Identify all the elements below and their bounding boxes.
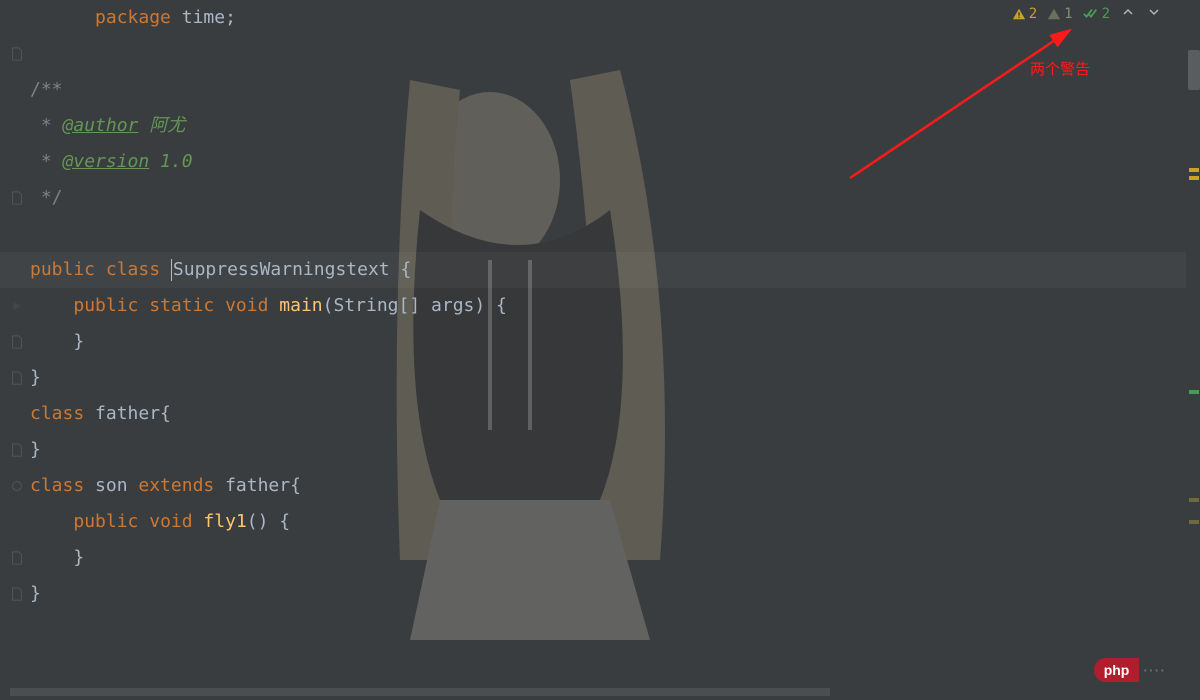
gutter-file-icon <box>10 371 24 385</box>
inspection-ok[interactable]: 2 <box>1083 6 1110 22</box>
logo-tail: ···· <box>1139 658 1170 682</box>
weak-warning-triangle-icon <box>1047 7 1061 21</box>
watermark-logo: php ···· <box>1094 658 1170 682</box>
code-line[interactable]: * @version 1.0 <box>0 144 1200 180</box>
stripe-marker-weak[interactable] <box>1189 498 1199 502</box>
code-line-cursor[interactable]: public class SuppressWarningstext { <box>0 252 1200 288</box>
logo-text: php <box>1094 658 1140 682</box>
gutter-file-icon <box>10 191 24 205</box>
code-line[interactable]: } <box>0 360 1200 396</box>
inspection-warning[interactable]: 2 <box>1012 6 1037 22</box>
stripe-marker-warning[interactable] <box>1189 168 1199 172</box>
warning-count: 2 <box>1029 6 1037 22</box>
code-line[interactable]: */ <box>0 180 1200 216</box>
code-line[interactable]: } <box>0 576 1200 612</box>
code-line-blank[interactable] <box>0 36 1200 72</box>
inspection-weak-warning[interactable]: 1 <box>1047 6 1072 22</box>
error-stripe[interactable] <box>1186 0 1200 700</box>
inspection-bar: 2 1 2 <box>1012 6 1162 22</box>
text-cursor <box>171 259 172 281</box>
stripe-marker-ok[interactable] <box>1189 390 1199 394</box>
keyword-package: package <box>95 7 171 28</box>
scrollbar-thumb[interactable] <box>1188 50 1200 90</box>
warning-triangle-icon <box>1012 7 1026 21</box>
ok-count: 2 <box>1102 6 1110 22</box>
code-line[interactable]: } <box>0 540 1200 576</box>
gutter-file-icon <box>10 47 24 61</box>
code-line[interactable]: class son extends father{ <box>0 468 1200 504</box>
horizontal-scrollbar[interactable] <box>10 688 830 696</box>
code-editor[interactable]: package time; /** * @author 阿尤 * @versio… <box>0 0 1200 700</box>
gutter-file-icon <box>10 551 24 565</box>
stripe-marker-warning[interactable] <box>1189 176 1199 180</box>
code-line[interactable]: public static void main(String[] args) { <box>0 288 1200 324</box>
annotation-label: 两个警告 <box>1030 58 1090 79</box>
gutter-file-icon <box>10 443 24 457</box>
gutter-override-icon[interactable] <box>10 479 24 493</box>
code-line[interactable]: class father{ <box>0 396 1200 432</box>
code-line[interactable]: } <box>0 324 1200 360</box>
code-line-blank[interactable] <box>0 216 1200 252</box>
prev-highlight-icon[interactable] <box>1120 6 1136 22</box>
gutter-run-icon[interactable] <box>10 299 24 313</box>
stripe-marker-weak[interactable] <box>1189 520 1199 524</box>
code-line[interactable]: /** <box>0 72 1200 108</box>
weak-warning-count: 1 <box>1064 6 1072 22</box>
double-check-icon <box>1083 7 1099 21</box>
code-line[interactable]: * @author 阿尤 <box>0 108 1200 144</box>
code-line[interactable]: public void fly1() { <box>0 504 1200 540</box>
gutter-file-icon <box>10 335 24 349</box>
gutter-file-icon <box>10 587 24 601</box>
next-highlight-icon[interactable] <box>1146 6 1162 22</box>
code-line[interactable]: } <box>0 432 1200 468</box>
